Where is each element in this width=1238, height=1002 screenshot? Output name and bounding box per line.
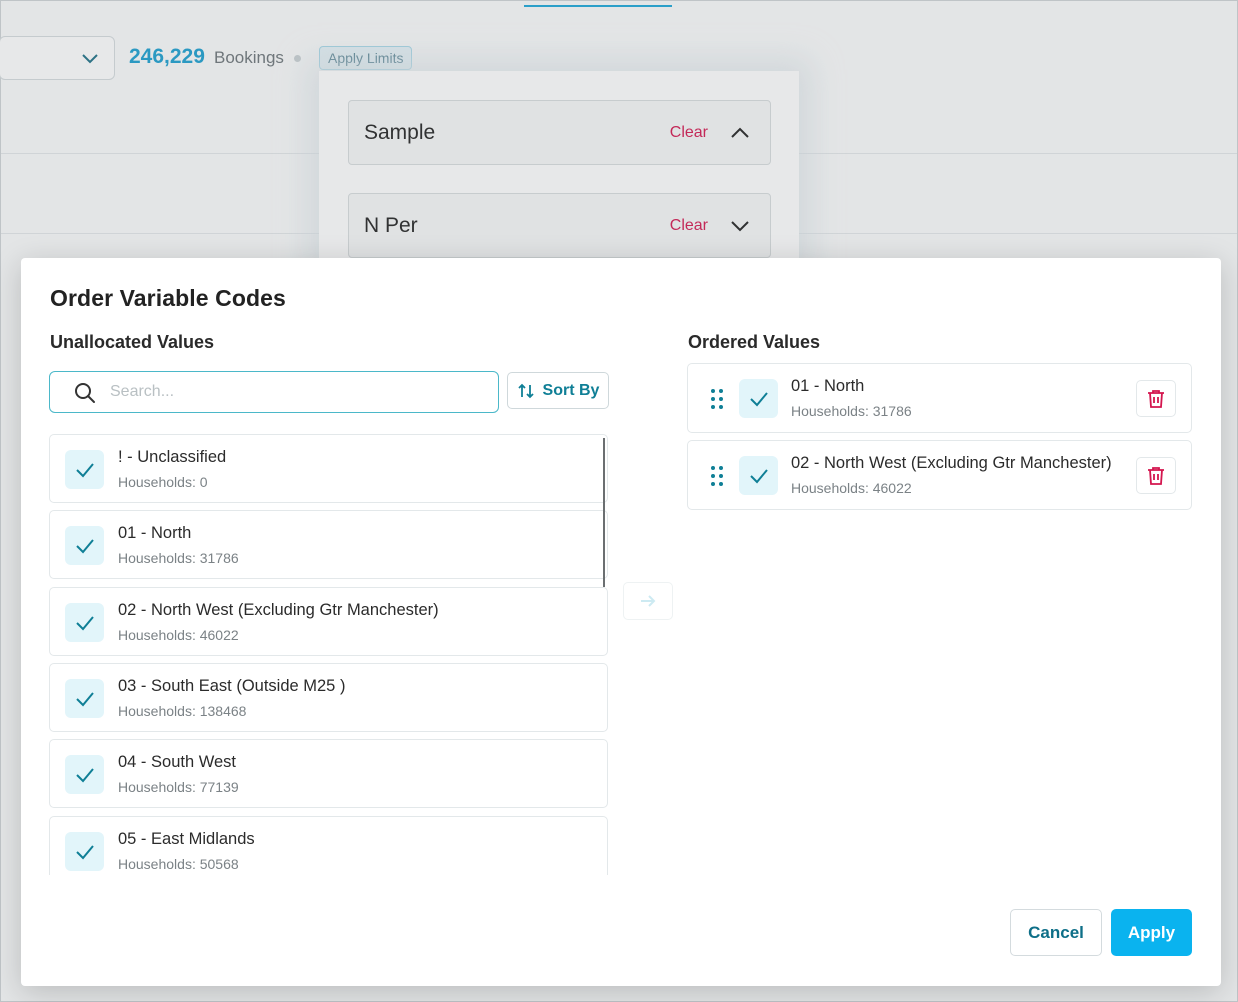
check-icon	[75, 462, 94, 477]
check-icon	[75, 844, 94, 859]
sort-by-button[interactable]: Sort By	[507, 372, 609, 409]
item-checkbox[interactable]	[739, 456, 778, 495]
item-checkbox[interactable]	[65, 526, 104, 565]
item-name: 02 - North West (Excluding Gtr Mancheste…	[791, 454, 1112, 472]
check-icon	[75, 538, 94, 553]
arrow-right-icon	[641, 595, 656, 607]
ordered-item[interactable]: 01 - North Households: 31786	[687, 363, 1192, 433]
item-checkbox[interactable]	[65, 603, 104, 642]
ordered-item[interactable]: 02 - North West (Excluding Gtr Mancheste…	[687, 440, 1192, 510]
delete-button[interactable]	[1136, 380, 1176, 417]
list-scrollbar[interactable]	[603, 438, 605, 587]
item-checkbox[interactable]	[739, 379, 778, 418]
search-box[interactable]	[49, 371, 499, 413]
check-icon	[75, 691, 94, 706]
check-icon	[75, 767, 94, 782]
item-name: 01 - North	[791, 377, 865, 395]
list-item[interactable]: ! - Unclassified Households: 0	[49, 434, 608, 503]
check-icon	[749, 391, 768, 406]
item-households: Households: 0	[118, 474, 208, 490]
item-households: Households: 31786	[118, 550, 239, 566]
sort-arrows-icon	[517, 383, 534, 398]
modal-title: Order Variable Codes	[50, 285, 286, 311]
list-item[interactable]: 02 - North West (Excluding Gtr Mancheste…	[49, 587, 608, 656]
item-name: ! - Unclassified	[118, 448, 227, 466]
drag-handle-icon[interactable]	[710, 465, 724, 487]
trash-icon	[1148, 389, 1164, 408]
check-icon	[749, 468, 768, 483]
item-checkbox[interactable]	[65, 450, 104, 489]
order-variable-codes-modal: Order Variable Codes Unallocated Values …	[21, 258, 1221, 986]
search-input[interactable]	[110, 381, 480, 403]
delete-button[interactable]	[1136, 457, 1176, 494]
sort-by-label: Sort By	[542, 381, 600, 399]
item-name: 05 - East Midlands	[118, 830, 255, 848]
item-households: Households: 50568	[118, 856, 239, 872]
trash-icon	[1148, 466, 1164, 485]
search-icon	[75, 383, 95, 403]
item-name: 01 - North	[118, 524, 192, 542]
list-item[interactable]: 04 - South West Households: 77139	[49, 739, 608, 808]
item-households: Households: 138468	[118, 703, 247, 719]
check-icon	[75, 615, 94, 630]
unallocated-values-list[interactable]: ! - Unclassified Households: 0 01 - Nort…	[49, 434, 609, 875]
list-item[interactable]: 01 - North Households: 31786	[49, 510, 608, 579]
cancel-button[interactable]: Cancel	[1010, 909, 1102, 956]
ordered-values-heading: Ordered Values	[688, 332, 821, 352]
move-right-button[interactable]	[623, 582, 673, 620]
item-name: 04 - South West	[118, 753, 237, 771]
list-item[interactable]: 03 - South East (Outside M25 ) Household…	[49, 663, 608, 732]
drag-handle-icon[interactable]	[710, 388, 724, 410]
item-households: Households: 31786	[791, 403, 912, 419]
unallocated-values-heading: Unallocated Values	[50, 332, 215, 352]
item-households: Households: 46022	[118, 627, 239, 643]
item-households: Households: 77139	[118, 779, 239, 795]
item-checkbox[interactable]	[65, 832, 104, 871]
item-households: Households: 46022	[791, 480, 912, 496]
item-name: 03 - South East (Outside M25 )	[118, 677, 346, 695]
list-item[interactable]: 05 - East Midlands Households: 50568	[49, 816, 608, 875]
item-checkbox[interactable]	[65, 679, 104, 718]
item-name: 02 - North West (Excluding Gtr Mancheste…	[118, 601, 439, 619]
apply-button[interactable]: Apply	[1111, 909, 1192, 956]
item-checkbox[interactable]	[65, 755, 104, 794]
